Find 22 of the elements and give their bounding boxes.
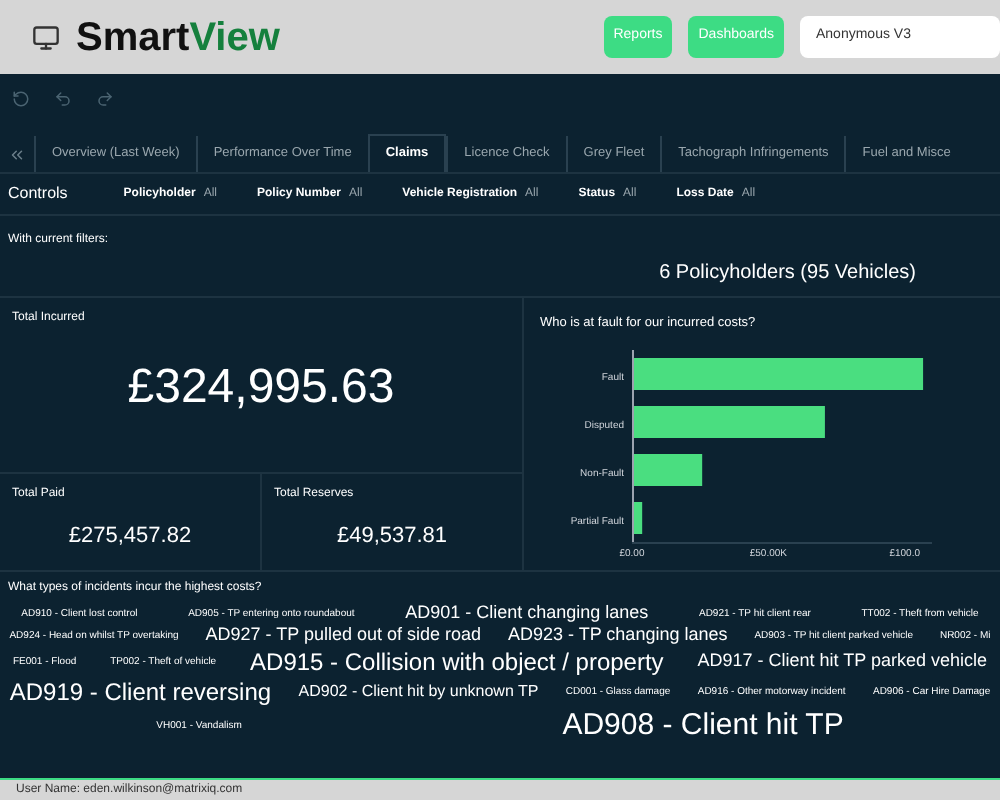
logo-text: Smart xyxy=(76,17,190,57)
incident-type-label: AD908 - Client hit TP xyxy=(562,707,844,745)
total-paid-value: £275,457.82 xyxy=(68,522,192,552)
bar xyxy=(634,501,643,534)
incident-type-label: AD901 - Client changing lanes xyxy=(405,602,649,625)
monitor-icon xyxy=(32,23,60,51)
scroll-left-icon[interactable] xyxy=(8,146,26,164)
bar xyxy=(634,453,703,486)
total-incurred-value: £324,995.63 xyxy=(127,358,395,418)
incident-type-label: AD902 - Client hit by unknown TP xyxy=(298,682,539,702)
undo-icon[interactable] xyxy=(54,90,72,108)
total-reserves-value: £49,537.81 xyxy=(336,522,448,552)
logo-text: View xyxy=(189,17,280,57)
refresh-icon[interactable] xyxy=(12,90,30,108)
incident-type-label: AD919 - Client reversing xyxy=(9,677,272,707)
incident-type-label: AD915 - Collision with object / property xyxy=(250,647,664,677)
incident-type-label: AD917 - Client hit TP parked vehicle xyxy=(697,650,987,674)
controls-title: Controls xyxy=(8,182,68,206)
incident-type-label: AD923 - TP changing lanes xyxy=(507,624,728,647)
redo-icon[interactable] xyxy=(96,90,114,108)
incident-type-label: AD927 - TP pulled out of side road xyxy=(205,624,482,647)
policyholder-count: 6 Policyholders (95 Vehicles) xyxy=(659,260,916,288)
